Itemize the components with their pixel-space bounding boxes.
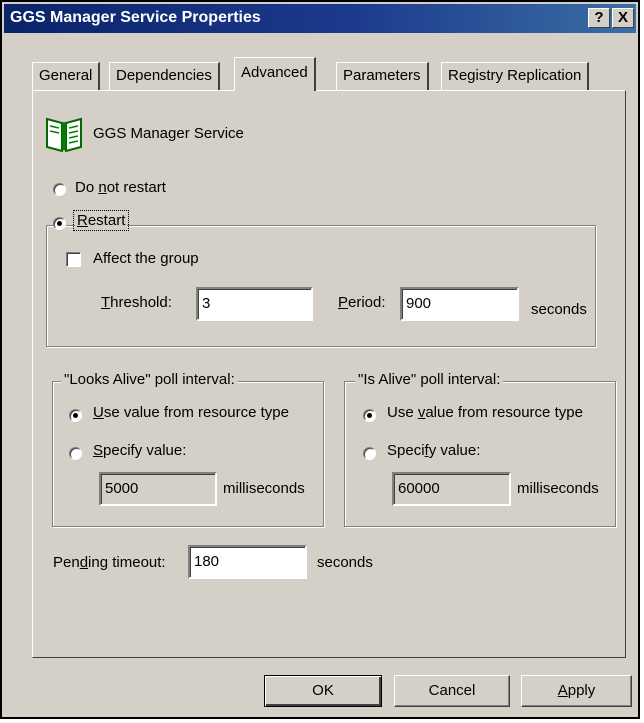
looks-alive-specify-radio[interactable] — [69, 447, 82, 460]
do-not-restart-label-pre: Do — [75, 179, 99, 196]
help-button[interactable]: ? — [588, 8, 610, 28]
is-alive-specify-post: y value: — [428, 442, 481, 459]
do-not-restart-label-post: ot restart — [106, 179, 166, 196]
looks-alive-specify-rest: pecify value: — [103, 442, 187, 459]
is-alive-title: "Is Alive" poll interval: — [355, 371, 504, 388]
looks-alive-use-default-radio[interactable] — [69, 409, 82, 422]
resource-name: GGS Manager Service — [93, 125, 244, 142]
threshold-input[interactable]: 3 — [196, 287, 313, 321]
restart-label-post: estart — [87, 212, 126, 229]
threshold-label-key: T — [101, 294, 111, 311]
title-bar[interactable]: GGS Manager Service Properties ? X — [4, 4, 636, 33]
looks-alive-unit: milliseconds — [223, 480, 305, 497]
pending-timeout-label-pre: Pen — [53, 554, 80, 571]
threshold-label-rest: hreshold: — [110, 294, 172, 311]
tab-registry-replication[interactable]: Registry Replication — [441, 62, 590, 90]
looks-alive-use-default-key: U — [93, 404, 104, 421]
is-alive-use-default-radio[interactable] — [363, 409, 376, 422]
threshold-label: Threshold: — [101, 294, 172, 311]
pending-timeout-label-key: d — [79, 554, 89, 571]
looks-alive-specify-key: S — [93, 442, 104, 459]
pending-timeout-unit: seconds — [317, 554, 373, 571]
ok-button[interactable]: OK — [264, 675, 382, 707]
restart-label-key: R — [77, 212, 88, 229]
period-label-rest: eriod: — [348, 294, 386, 311]
is-alive-use-default-pre: Use — [387, 404, 418, 421]
tab-general[interactable]: General — [32, 62, 101, 90]
tab-advanced[interactable]: Advanced — [234, 57, 316, 91]
book-icon — [46, 117, 82, 153]
tab-parameters[interactable]: Parameters — [336, 62, 429, 90]
affect-group-label[interactable]: Affect the group — [93, 250, 199, 267]
apply-button[interactable]: Apply — [521, 675, 632, 707]
apply-button-key: A — [557, 682, 568, 699]
pending-timeout-label-post: ing timeout: — [88, 554, 166, 571]
is-alive-use-default-label[interactable]: Use value from resource type — [387, 404, 583, 421]
looks-alive-value-input[interactable]: 5000 — [99, 472, 217, 506]
looks-alive-use-default-label[interactable]: Use value from resource type — [93, 404, 289, 421]
properties-dialog: GGS Manager Service Properties ? X Gener… — [0, 0, 640, 719]
period-label: Period: — [338, 294, 386, 311]
pending-timeout-input[interactable]: 180 — [188, 545, 307, 579]
period-unit: seconds — [531, 301, 587, 318]
do-not-restart-label[interactable]: Do not restart — [75, 179, 166, 196]
is-alive-use-default-post: alue from resource type — [425, 404, 583, 421]
is-alive-specify-label[interactable]: Specify value: — [387, 442, 480, 459]
is-alive-specify-pre: Speci — [387, 442, 425, 459]
is-alive-unit: milliseconds — [517, 480, 599, 497]
restart-group — [46, 225, 596, 347]
looks-alive-use-default-rest: se value from resource type — [103, 404, 289, 421]
restart-label[interactable]: Restart — [72, 210, 130, 231]
window-title: GGS Manager Service Properties — [10, 9, 261, 26]
looks-alive-title: "Looks Alive" poll interval: — [61, 371, 238, 388]
do-not-restart-label-key: n — [98, 179, 107, 196]
pending-timeout-label: Pending timeout: — [53, 554, 166, 571]
cancel-button[interactable]: Cancel — [394, 675, 510, 707]
is-alive-specify-radio[interactable] — [363, 447, 376, 460]
tab-advanced-label: Advanced — [241, 64, 308, 81]
is-alive-value-input[interactable]: 60000 — [392, 472, 511, 506]
apply-button-rest: pply — [567, 682, 596, 699]
close-button[interactable]: X — [612, 8, 634, 28]
period-label-key: P — [338, 294, 349, 311]
looks-alive-specify-label[interactable]: Specify value: — [93, 442, 186, 459]
period-input[interactable]: 900 — [400, 287, 519, 321]
tab-dependencies[interactable]: Dependencies — [109, 62, 220, 90]
do-not-restart-radio[interactable] — [53, 183, 66, 196]
affect-group-checkbox[interactable] — [66, 252, 81, 267]
advanced-panel: GGS Manager Service Do not restart Resta… — [32, 90, 626, 658]
restart-radio[interactable] — [53, 217, 66, 230]
